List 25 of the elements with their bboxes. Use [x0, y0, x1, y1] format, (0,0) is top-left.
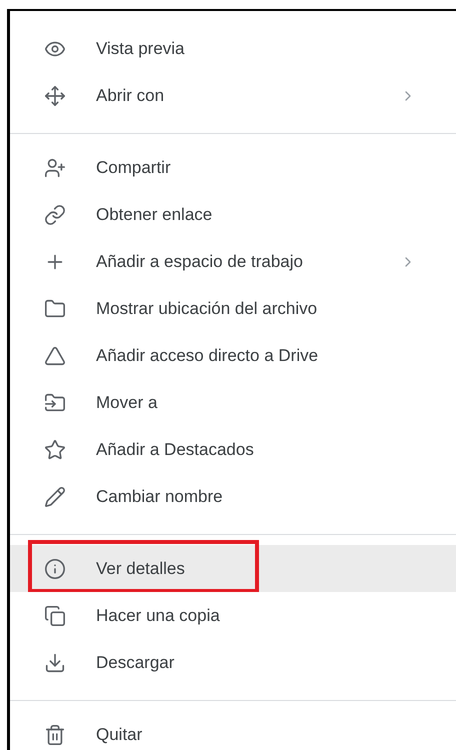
menu-item-label: Vista previa [96, 38, 185, 60]
copy-icon [44, 604, 66, 626]
menu-item-label: Añadir a espacio de trabajo [96, 250, 303, 273]
star-icon [44, 438, 66, 460]
menu-item-label: Hacer una copia [96, 604, 220, 627]
menu-item-label: Compartir [96, 156, 171, 179]
folder-arrow-icon [44, 392, 66, 414]
folder-icon [44, 298, 66, 320]
download-icon [44, 652, 66, 674]
menu-item-label: Mover a [96, 392, 158, 414]
menu-item-label: Obtener enlace [96, 204, 212, 226]
menu-item-label: Añadir acceso directo a Drive [96, 344, 318, 367]
link-icon [44, 204, 66, 226]
pencil-icon [44, 486, 66, 508]
menu-item-label: Cambiar nombre [96, 486, 223, 508]
person-plus-icon [44, 156, 66, 178]
menu-item-label: Quitar [96, 724, 142, 746]
menu-item-label: Abrir con [96, 84, 164, 107]
trash-icon [44, 724, 66, 746]
info-icon [44, 558, 66, 580]
menu-item-label: Mostrar ubicación del archivo [96, 298, 318, 320]
menu-item-label: Ver detalles [96, 558, 185, 580]
menu-item-label: Descargar [96, 652, 174, 674]
four-arrows-icon [44, 84, 66, 106]
menu-item-label: Añadir a Destacados [96, 438, 254, 461]
